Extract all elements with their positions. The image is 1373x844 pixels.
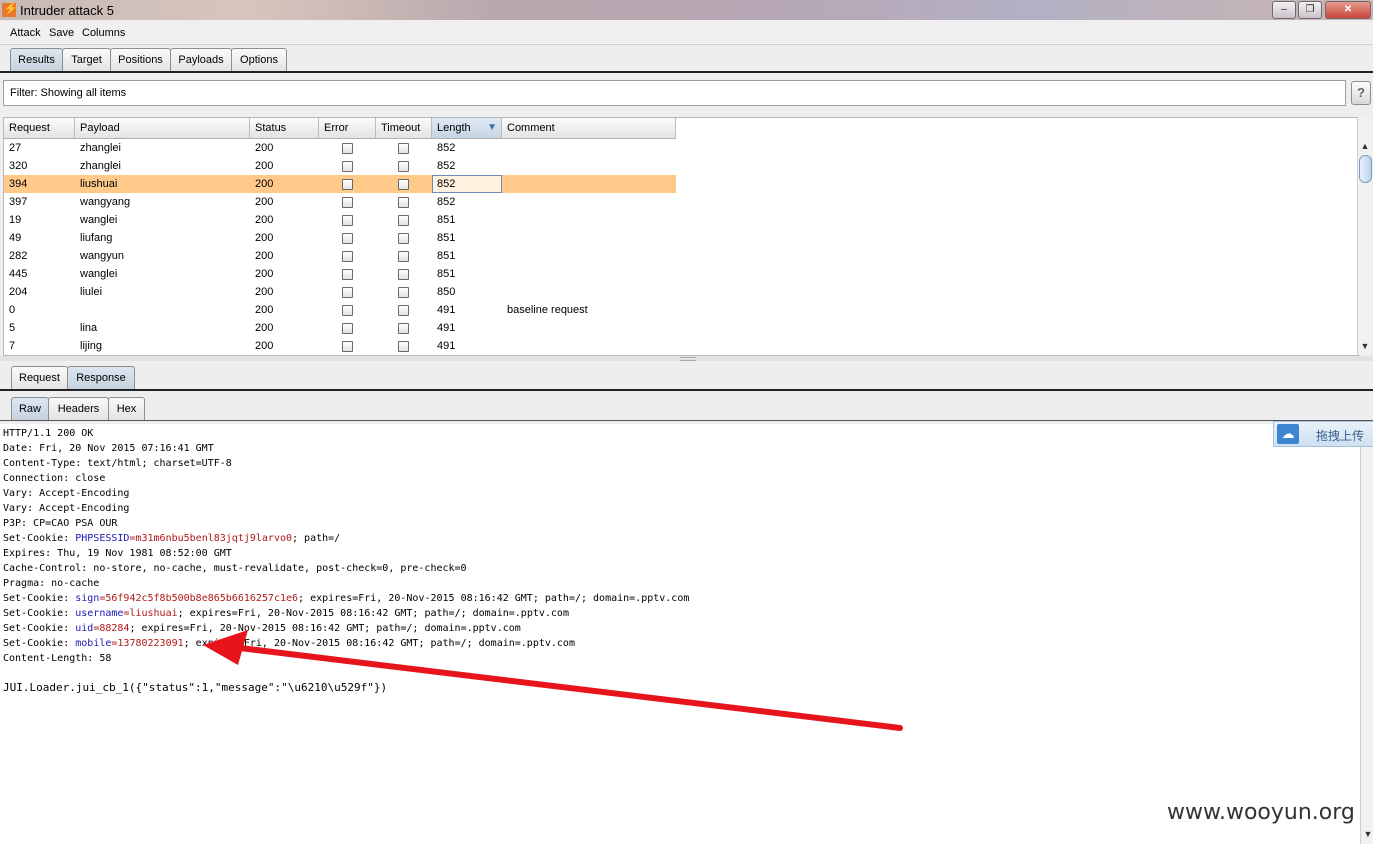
annotation-arrow [203,630,903,731]
watermark: www.wooyun.org [1167,800,1355,825]
